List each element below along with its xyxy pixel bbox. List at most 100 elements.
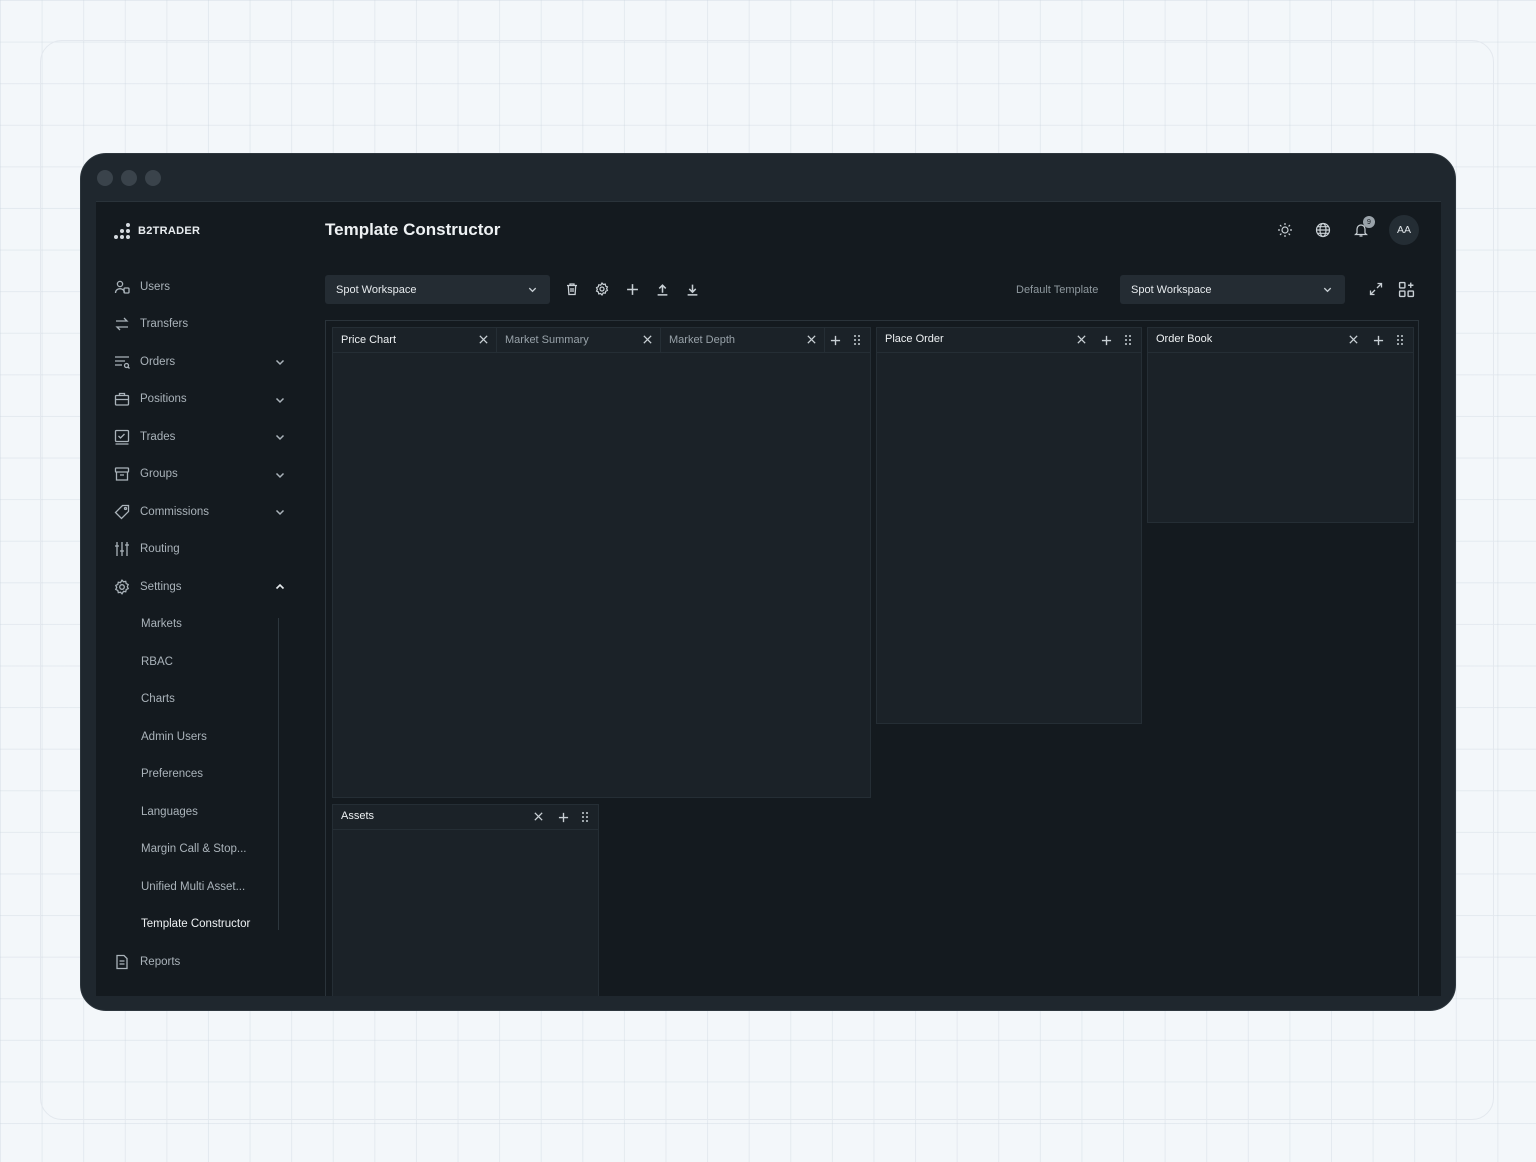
orders-icon — [115, 356, 130, 369]
upload-template-button[interactable] — [654, 281, 670, 297]
submenu-item-margin-call[interactable]: Margin Call & Stop... — [96, 831, 306, 869]
sidebar-item-transfers[interactable]: Transfers — [96, 306, 306, 344]
panel-header: Place Order — [877, 328, 1141, 353]
chevron-down-icon[interactable] — [274, 431, 286, 443]
drag-handle[interactable] — [850, 333, 864, 347]
add-widget-button[interactable] — [1398, 281, 1415, 303]
workspace-select[interactable]: Spot Workspace — [325, 275, 550, 304]
tab-label: Market Summary — [505, 334, 589, 346]
language-button[interactable] — [1313, 220, 1333, 240]
drag-handle[interactable] — [578, 810, 592, 824]
sidebar-item-orders[interactable]: Orders — [96, 343, 306, 381]
chart-panel[interactable]: Price Chart Market Summary Market Depth — [332, 327, 871, 798]
sidebar-item-label: Routing — [140, 543, 180, 556]
plus-icon — [1101, 335, 1111, 345]
window-controls — [97, 170, 161, 186]
fullscreen-button[interactable] — [1368, 281, 1384, 303]
transfers-icon — [115, 317, 129, 331]
gear-icon — [595, 282, 609, 296]
submenu-item-rbac[interactable]: RBAC — [96, 643, 306, 681]
window-maximize-dot[interactable] — [145, 170, 161, 186]
chevron-down-icon — [528, 287, 537, 293]
tab-market-depth[interactable]: Market Depth — [661, 328, 825, 352]
sidebar-item-settings[interactable]: Settings — [96, 568, 306, 606]
submenu-item-languages[interactable]: Languages — [96, 793, 306, 831]
theme-toggle-button[interactable] — [1275, 220, 1295, 240]
settings-icon — [114, 578, 130, 595]
globe-icon — [1315, 222, 1331, 238]
order-book-panel[interactable]: Order Book — [1147, 327, 1414, 523]
notifications-button[interactable]: 9 — [1351, 216, 1375, 240]
positions-icon — [114, 393, 130, 406]
close-icon[interactable] — [478, 334, 489, 345]
download-template-button[interactable] — [684, 281, 700, 297]
drag-handle-icon — [1397, 335, 1403, 345]
submenu-guide-line — [278, 617, 279, 930]
add-tab-button[interactable] — [1371, 333, 1385, 347]
submenu-item-charts[interactable]: Charts — [96, 681, 306, 719]
sun-icon — [1278, 223, 1292, 237]
sidebar-item-label: Orders — [140, 355, 176, 368]
submenu-item-markets[interactable]: Markets — [96, 606, 306, 644]
window-close-dot[interactable] — [97, 170, 113, 186]
submenu-item-unified-multi-asset[interactable]: Unified Multi Asset... — [96, 868, 306, 906]
close-icon[interactable] — [1348, 334, 1359, 345]
logo[interactable]: B2TRADER — [114, 222, 200, 240]
close-icon[interactable] — [806, 334, 817, 345]
drag-handle[interactable] — [1393, 333, 1407, 347]
chevron-down-icon[interactable] — [274, 356, 286, 368]
avatar[interactable]: AA — [1389, 215, 1419, 245]
add-tab-button[interactable] — [556, 810, 570, 824]
sidebar-nav: Users Transfers Orders Positions Trades … — [96, 268, 306, 981]
add-tab-button[interactable] — [828, 333, 842, 347]
panel-header: Assets — [333, 805, 598, 830]
chevron-down-icon[interactable] — [274, 506, 286, 518]
workspace-select-value: Spot Workspace — [336, 283, 417, 296]
widgets-icon — [1398, 281, 1415, 298]
window-minimize-dot[interactable] — [121, 170, 137, 186]
assets-panel[interactable]: Assets — [332, 804, 599, 996]
chevron-down-icon[interactable] — [274, 394, 286, 406]
sidebar-item-reports[interactable]: Reports — [96, 943, 306, 981]
sidebar-item-users[interactable]: Users — [96, 268, 306, 306]
reports-icon — [116, 954, 128, 969]
routing-icon — [115, 542, 129, 557]
sidebar-item-label: Settings — [140, 580, 182, 593]
close-icon[interactable] — [642, 334, 653, 345]
app-window: B2TRADER Users Transfers Orders Position… — [80, 153, 1456, 1011]
submenu-item-preferences[interactable]: Preferences — [96, 756, 306, 794]
sidebar-item-trades[interactable]: Trades — [96, 418, 306, 456]
logo-icon — [114, 222, 132, 240]
close-icon[interactable] — [1076, 334, 1087, 345]
submenu-item-template-constructor[interactable]: Template Constructor — [96, 906, 306, 944]
commissions-icon — [114, 504, 130, 520]
drag-handle[interactable] — [1121, 333, 1135, 347]
sidebar-item-routing[interactable]: Routing — [96, 531, 306, 569]
users-icon — [114, 280, 130, 294]
submenu-item-admin-users[interactable]: Admin Users — [96, 718, 306, 756]
template-settings-button[interactable] — [594, 281, 610, 297]
sidebar-item-label: Commissions — [140, 505, 210, 518]
add-template-button[interactable] — [624, 281, 640, 297]
header-actions: 9 AA — [1275, 215, 1419, 245]
panel-actions — [1099, 333, 1135, 347]
tab-market-summary[interactable]: Market Summary — [497, 328, 661, 352]
panel-actions — [1371, 333, 1407, 347]
notification-badge: 9 — [1363, 216, 1375, 228]
default-template-select[interactable]: Spot Workspace — [1120, 275, 1345, 304]
close-icon[interactable] — [533, 811, 544, 822]
place-order-panel[interactable]: Place Order — [876, 327, 1142, 724]
panel-actions — [828, 333, 864, 347]
tab-price-chart[interactable]: Price Chart — [333, 328, 497, 352]
add-tab-button[interactable] — [1099, 333, 1113, 347]
drag-handle-icon — [1125, 335, 1131, 345]
page-title: Template Constructor — [325, 220, 501, 239]
drag-handle-icon — [582, 812, 588, 822]
delete-template-button[interactable] — [564, 281, 580, 297]
sidebar-item-commissions[interactable]: Commissions — [96, 493, 306, 531]
chevron-down-icon[interactable] — [274, 469, 286, 481]
chevron-up-icon[interactable] — [274, 581, 286, 593]
sidebar-item-label: Positions — [140, 393, 187, 406]
sidebar-item-positions[interactable]: Positions — [96, 381, 306, 419]
sidebar-item-groups[interactable]: Groups — [96, 456, 306, 494]
